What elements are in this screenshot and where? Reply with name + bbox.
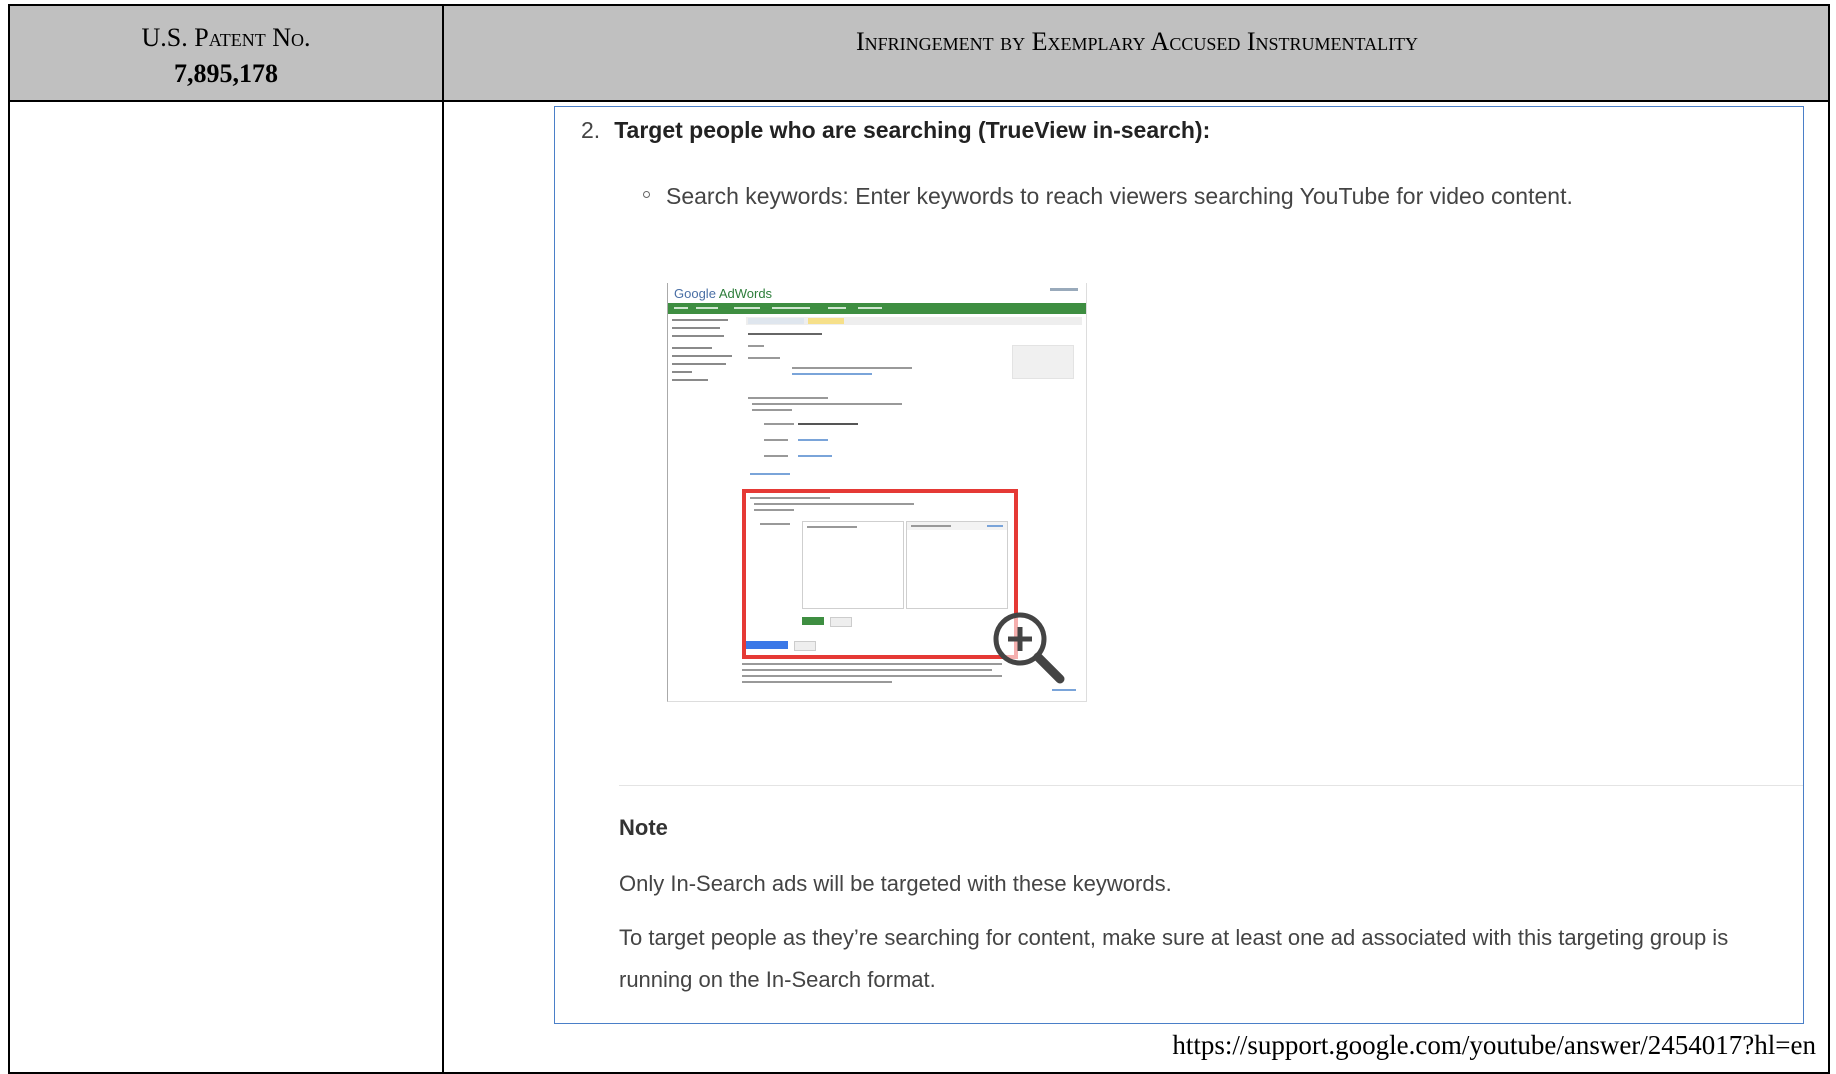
thumb-header-link (1050, 288, 1078, 291)
note-heading: Note (619, 815, 668, 840)
step-heading: 2. Target people who are searching (TrueV… (581, 117, 1210, 144)
help-article-screenshot: 2. Target people who are searching (TrueV… (554, 106, 1804, 1024)
adwords-logo: Google AdWords (674, 286, 773, 301)
note-line-2: To target people as they’re searching fo… (619, 925, 1729, 992)
step-title: Target people who are searching (TrueVie… (614, 117, 1211, 143)
thumb-save-button (802, 617, 824, 625)
thumb-cancel-button (830, 617, 852, 627)
thumb-sidebar (672, 319, 736, 387)
thumb-nav-bar (668, 303, 1086, 314)
patent-number-header: U.S. Patent No. 7,895,178 (10, 20, 442, 92)
thumb-tab-1 (748, 318, 804, 324)
thumb-keyword-input (802, 521, 904, 609)
bullet-text: Search keywords: Enter keywords to reach… (666, 183, 1573, 209)
table-header-row: U.S. Patent No. 7,895,178 Infringement b… (10, 6, 1828, 102)
adwords-screenshot-thumbnail[interactable]: Google AdWords (667, 283, 1087, 702)
thumb-secondary-button (794, 641, 816, 651)
zoom-in-magnifier-icon[interactable] (986, 605, 1070, 689)
source-url: https://support.google.com/youtube/answe… (1172, 1030, 1816, 1060)
highlighted-keyword-section (742, 489, 1018, 659)
step-number: 2. (581, 117, 601, 143)
note-line-1: Only In-Search ads will be targeted with… (619, 871, 1172, 896)
patent-number: 7,895,178 (174, 59, 278, 88)
column-divider (442, 6, 444, 1072)
thumb-primary-button (746, 641, 788, 649)
section-divider (619, 785, 1803, 786)
patent-label: U.S. Patent No. (141, 23, 311, 52)
infringement-header: Infringement by Exemplary Accused Instru… (855, 27, 1419, 56)
bullet-circle-icon (643, 191, 650, 199)
thumb-keyword-ideas-panel (906, 521, 1008, 609)
thumb-tab-2 (808, 318, 844, 324)
bullet-item: Search keywords: Enter keywords to reach… (643, 183, 1573, 210)
thumb-info-box (1012, 345, 1074, 379)
thumb-section-title (748, 333, 822, 335)
